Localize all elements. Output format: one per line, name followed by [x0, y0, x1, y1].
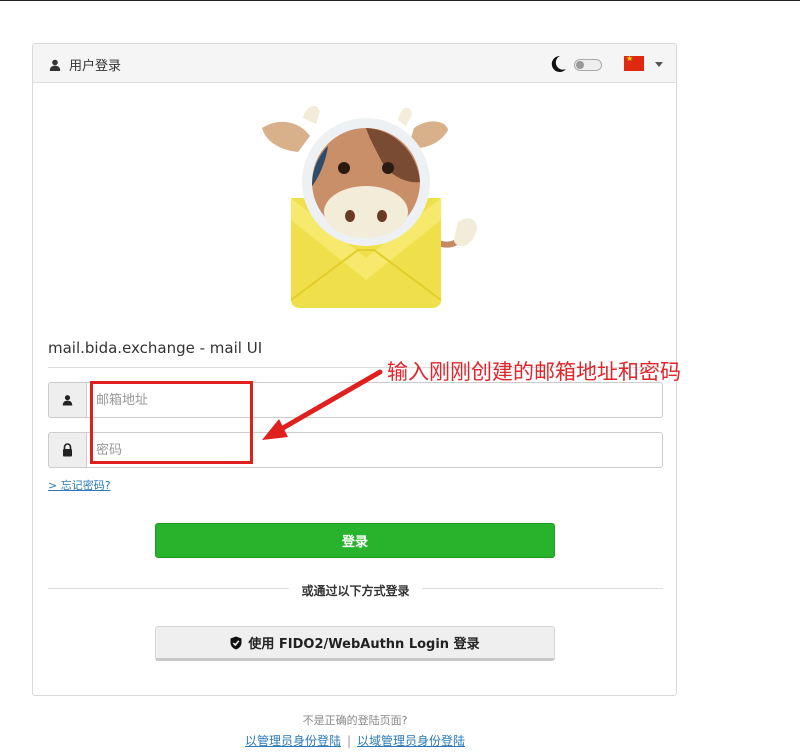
- annotation-text: 输入刚刚创建的邮箱地址和密码: [387, 360, 681, 384]
